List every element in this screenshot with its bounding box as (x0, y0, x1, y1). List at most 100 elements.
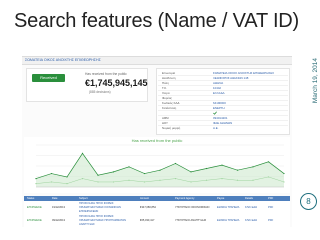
chart-point[interactable] (190, 181, 192, 183)
row-subject-line[interactable]: ΠΡΟΣΚΛΗΣΗ ΠΡΟΣ ΦΟΡΕΙΣ (79, 202, 114, 205)
detail-value: 10442 (213, 86, 222, 90)
row-payee[interactable]: ΕΘΝΙΚΗ ΤΡΑΠΕΖΑ (217, 219, 239, 222)
detail-key: Διεύθυνση (162, 76, 176, 80)
table-header-cell[interactable]: Subject (79, 197, 88, 200)
chart-point[interactable] (236, 179, 239, 181)
row-amount: €65,030,417 (140, 219, 155, 222)
row-subject-line[interactable]: ΠΡΟΣΚΛΗΣΗ ΠΡΟΣ ΦΟΡΕΙΣ (79, 215, 114, 218)
detail-value: ΕΝΕΡΓΗ (213, 106, 225, 110)
page-header: ΣΩΜΑΤΕΙΑ ΟΙΚΟΣ ΑΝΟΙΧΤΗΣ ΕΠΙΘΕΩΡΗΣΗΣ (22, 57, 292, 65)
details-panel: Επωνυμία ΣΩΜΑΤΕΙΑ ΟΙΚΟΣ ΑΝΟΙΧΤΗΣ ΕΠΙΘΕΩΡ… (156, 68, 290, 135)
detail-value: Α.Ε. (213, 126, 219, 130)
chart-point[interactable] (81, 152, 84, 154)
result-heading: Has received from the public (85, 72, 127, 76)
details-divider (158, 85, 288, 86)
chart-point[interactable] (221, 164, 223, 166)
detail-key: Νομική μορφή (162, 126, 181, 130)
row-status: ΕΓΚΡΙΘΗΚΕ (27, 219, 42, 222)
chart-point[interactable] (81, 178, 84, 180)
table-header-cell[interactable]: Amount (140, 197, 149, 200)
row-subject-line[interactable]: ΑΝΑΠΤΥΞΗΣ (79, 223, 95, 226)
chart-point[interactable] (112, 171, 115, 173)
row-date: 19/12/2013 (52, 206, 65, 209)
right-band: March 19, 2014 8 (300, 0, 320, 240)
detail-key: Φορέας (162, 96, 172, 100)
row-subject-line[interactable]: ΧΡΗΜΑΤΟΔΟΤΗΣΗΣ ΠΡΟΓΡΑΜΜΑΤΩΝ (79, 219, 126, 222)
details-divider (158, 95, 288, 96)
details-divider (158, 110, 288, 111)
detail-key: Πόλη (162, 81, 169, 85)
table-header-cell[interactable]: Payee (217, 197, 224, 200)
detail-value: ΕΛΛΑΔΑ (213, 91, 225, 95)
chart-point[interactable] (205, 167, 208, 170)
detail-value: 094014201 (213, 116, 228, 120)
chart-point[interactable] (205, 179, 208, 181)
row-pdf-link[interactable]: PDF (268, 219, 273, 222)
detail-key: Τ.Κ. (162, 86, 167, 90)
embedded-screenshot: ΣΩΜΑΤΕΙΑ ΟΙΚΟΣ ΑΝΟΙΧΤΗΣ ΕΠΙΘΕΩΡΗΣΗΣ Rece… (22, 56, 292, 227)
chart-point[interactable] (236, 169, 239, 171)
chart-point[interactable] (190, 171, 192, 173)
chart-point[interactable] (97, 174, 99, 176)
detail-value: ΣΩΜΑΤΕΙΑ ΟΙΚΟΣ ΑΝΟΙΧΤΗΣ ΕΠΙΘΕΩΡΗΣΗΣ (213, 71, 274, 75)
chart-point[interactable] (174, 162, 177, 165)
chart-point[interactable] (66, 183, 68, 185)
chart-point[interactable] (159, 179, 161, 181)
chart-point[interactable] (35, 178, 37, 180)
chart-point[interactable] (267, 161, 270, 163)
chart-point[interactable] (50, 181, 53, 183)
slide-title: Search features (Name / VAT ID) (14, 10, 300, 32)
result-note: (885 decisions) (89, 90, 111, 94)
table-header-cell[interactable]: Status (27, 197, 34, 200)
row-agency: ΥΠΟΥΡΓΕΙΟ ΑΝΑΠΤΥΞΗΣ (175, 219, 207, 222)
row-pdf-link[interactable]: PDF (268, 206, 273, 209)
chart-point[interactable] (97, 181, 99, 183)
detail-value: 64190000 (213, 101, 226, 105)
chart-point[interactable] (283, 172, 285, 175)
chart-point[interactable] (252, 166, 254, 168)
detail-value: ΛΕΩΦΟΡΟΣ ΑΘΗΝΩΝ 148 (213, 76, 249, 80)
chart-point[interactable] (128, 179, 130, 181)
chart-point[interactable] (66, 176, 68, 178)
table-header-cell[interactable]: Details (245, 197, 253, 200)
chart-point[interactable] (143, 181, 146, 183)
row-amount: €347,080,854 (140, 206, 156, 209)
detail-key: Χώρα (162, 91, 170, 95)
chart-point[interactable] (174, 178, 177, 180)
row-status: ΕΓΚΡΙΘΗΚΕ (27, 206, 42, 209)
page-header-text: ΣΩΜΑΤΕΙΑ ΟΙΚΟΣ ΑΝΟΙΧΤΗΣ ΕΠΙΘΕΩΡΗΣΗΣ (25, 58, 101, 62)
detail-value: ΦΑΕ ΑΘΗΝΩΝ (213, 121, 233, 125)
received-chart: Has received from the public (24, 137, 290, 193)
chart-point[interactable] (128, 166, 130, 168)
row-details-link[interactable]: ΚΛΙΚ ΕΔΩ (245, 206, 257, 209)
table-header-cell[interactable]: Date (52, 197, 57, 200)
row-details-link[interactable]: ΚΛΙΚ ΕΔΩ (245, 219, 257, 222)
row-subject-line[interactable]: ΧΡΗΜΑΤΟΔΟΤΗΣΗΣ ΚΟΙΝΩΝΙΚΩΝ (79, 206, 121, 209)
table-row[interactable]: ΕΓΚΡΙΘΗΚΕ 09/12/2013 ΠΡΟΣΚΛΗΣΗ ΠΡΟΣ ΦΟΡΕ… (24, 214, 290, 227)
row-date: 09/12/2013 (52, 219, 65, 222)
chart-point[interactable] (221, 178, 223, 180)
decisions-table: Status Date Subject Amount Payment Agenc… (24, 196, 290, 227)
chart-point[interactable] (252, 179, 254, 181)
row-payee[interactable]: ΕΘΝΙΚΗ ΤΡΑΠΕΖΑ (217, 206, 239, 209)
detail-key: Επωνυμία (162, 71, 176, 75)
chart-point[interactable] (283, 181, 285, 183)
row-agency: ΥΠΟΥΡΓΕΙΟ ΟΙΚΟΝΟΜΙΚΩΝ (175, 206, 210, 209)
detail-key: Κατάσταση (162, 106, 177, 110)
detail-key: ΑΦΜ (162, 116, 169, 120)
chart-point[interactable] (159, 169, 161, 171)
table-header-cell[interactable]: Payment Agency (175, 197, 194, 200)
chart-point[interactable] (267, 176, 270, 178)
chart-point[interactable] (112, 181, 115, 183)
table-header-cell[interactable]: PDF (268, 197, 273, 200)
chart-point[interactable] (143, 172, 146, 175)
chart-point[interactable] (50, 172, 53, 175)
result-amount: €1,745,945,145 (85, 78, 148, 88)
row-subject-line[interactable]: ΕΠΙΧΕΙΡΗΣΕΩΝ (79, 210, 98, 213)
detail-key: ΔΟΥ (162, 121, 168, 125)
received-badge[interactable]: Received (32, 74, 65, 82)
chart-point[interactable] (35, 183, 37, 185)
table-row[interactable]: ΕΓΚΡΙΘΗΚΕ 19/12/2013 ΠΡΟΣΚΛΗΣΗ ΠΡΟΣ ΦΟΡΕ… (24, 201, 290, 215)
check-icon (213, 111, 217, 115)
detail-value: ΑΘΗΝΑ (213, 81, 224, 85)
